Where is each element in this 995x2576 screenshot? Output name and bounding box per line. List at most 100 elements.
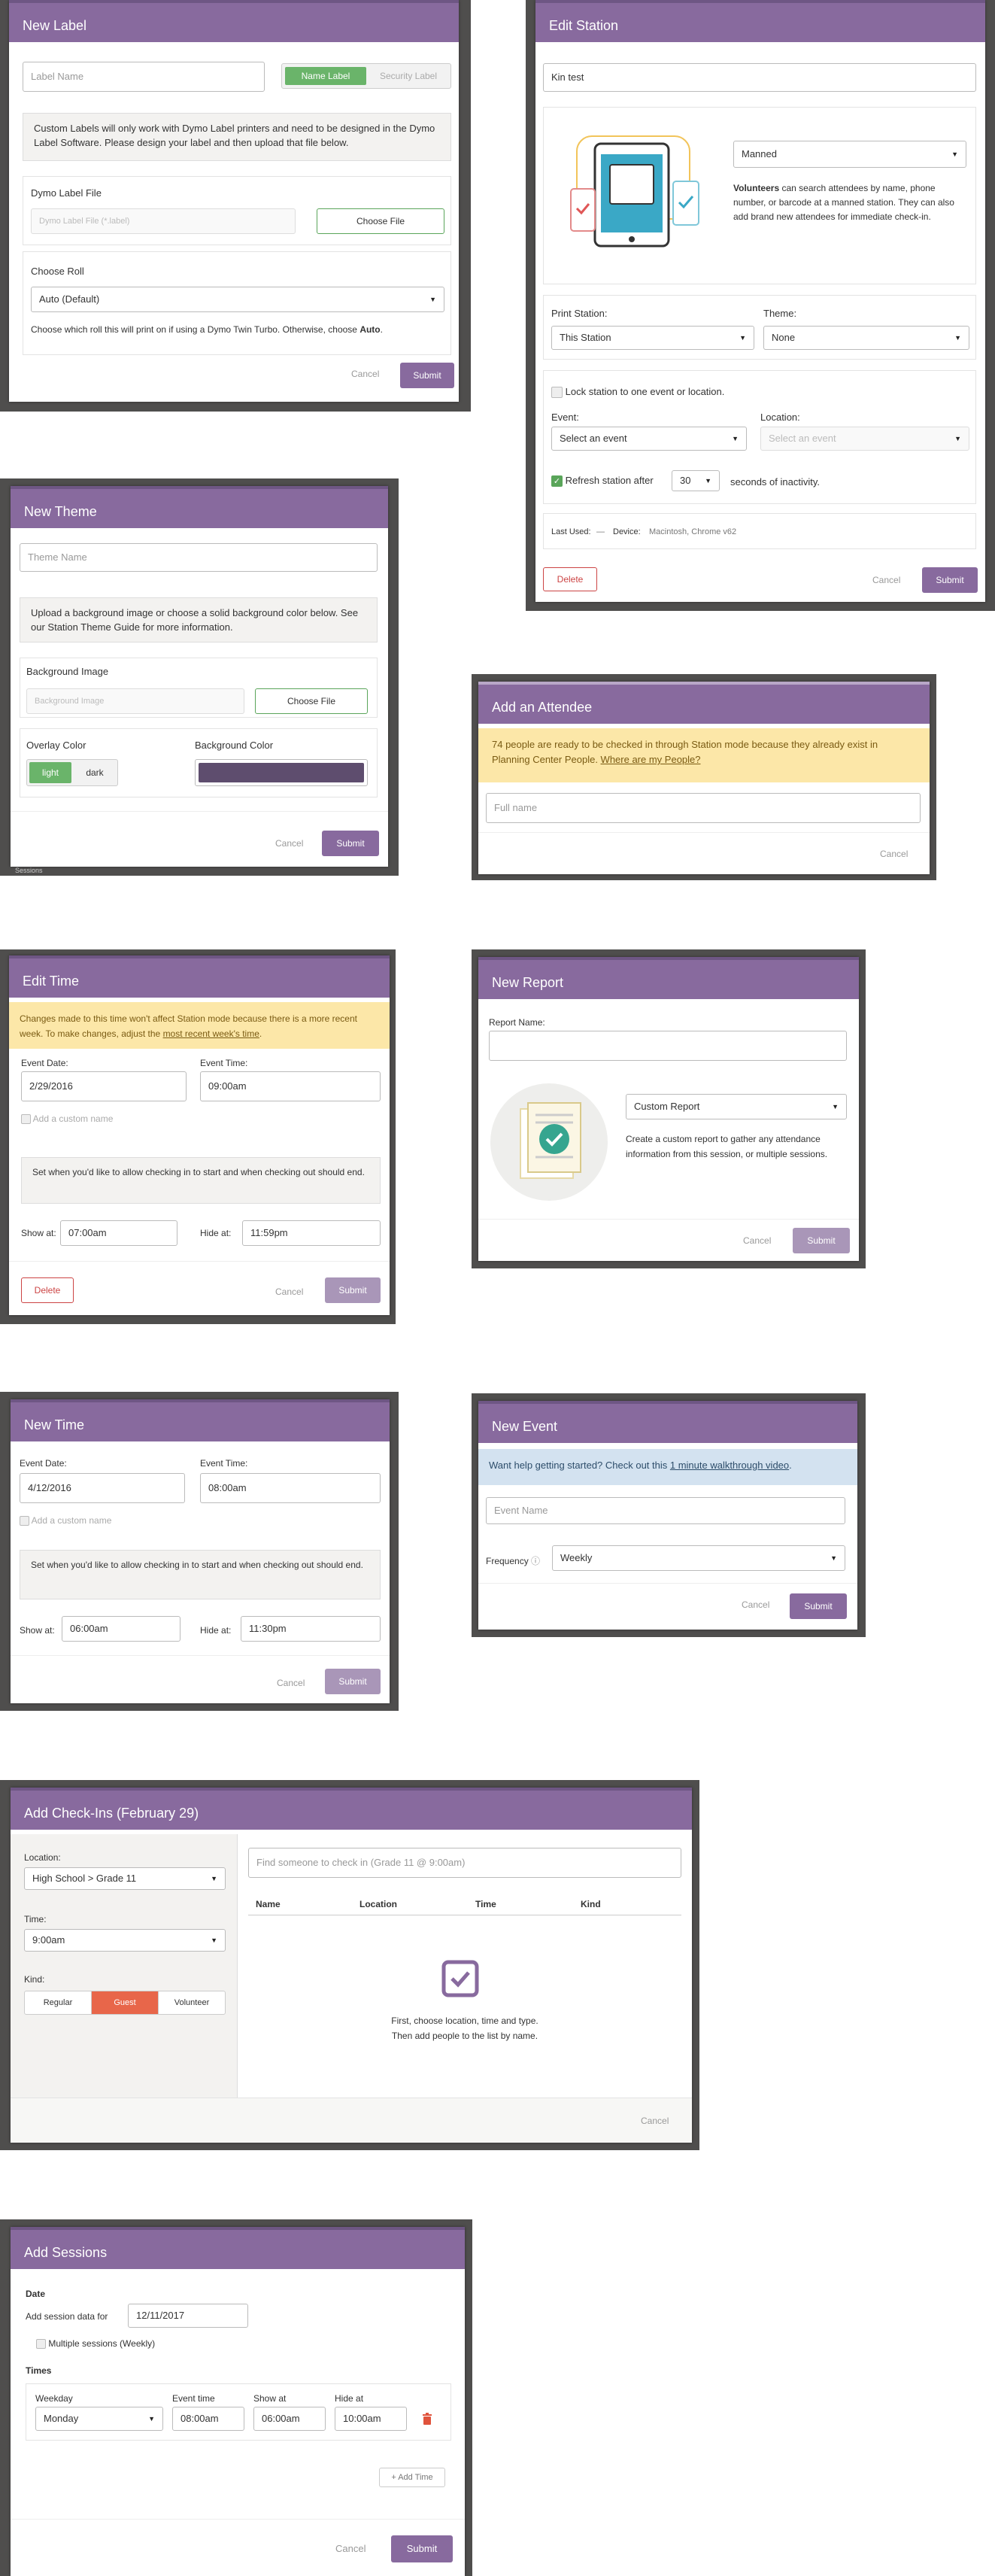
full-name-input[interactable]: Full name xyxy=(486,793,921,823)
delete-button[interactable]: Delete xyxy=(543,567,597,591)
add-time-button[interactable]: + Add Time xyxy=(379,2468,445,2487)
print-station-select[interactable]: This Station ▼ xyxy=(551,326,754,350)
frequency-label-text: Frequency xyxy=(486,1556,529,1566)
event-name-input[interactable]: Event Name xyxy=(486,1497,845,1524)
custom-name-checkbox[interactable] xyxy=(21,1114,31,1125)
cancel-button[interactable]: Cancel xyxy=(641,2116,669,2126)
station-name-input[interactable]: Kin test xyxy=(543,63,976,92)
where-are-my-people-link[interactable]: Where are my People? xyxy=(601,754,701,765)
event-date-label: Event Date: xyxy=(20,1458,67,1469)
event-date-input[interactable]: 2/29/2016 xyxy=(21,1071,187,1101)
theme-name-input[interactable]: Theme Name xyxy=(20,543,378,572)
frequency-select[interactable]: Weekly ▼ xyxy=(552,1545,845,1571)
cancel-button[interactable]: Cancel xyxy=(872,575,900,585)
overlay-dark-button[interactable]: dark xyxy=(74,762,116,783)
overlay-light-button[interactable]: light xyxy=(29,762,71,783)
choose-file-button[interactable]: Choose File xyxy=(255,688,368,714)
custom-name-checkbox[interactable] xyxy=(20,1516,29,1526)
person-search-input[interactable]: Find someone to check in (Grade 11 @ 9:0… xyxy=(248,1848,681,1878)
event-time-input[interactable]: 08:00am xyxy=(172,2407,244,2431)
show-at-input[interactable]: 06:00am xyxy=(253,2407,326,2431)
bg-color-heading: Background Color xyxy=(195,740,274,751)
location-select[interactable]: Select an event ▼ xyxy=(760,427,969,451)
submit-button[interactable]: Submit xyxy=(922,567,978,593)
security-label-toggle[interactable]: Security Label xyxy=(368,67,449,85)
cancel-button[interactable]: Cancel xyxy=(275,838,303,849)
report-description: Create a custom report to gather any att… xyxy=(626,1134,828,1159)
kind-volunteer-button[interactable]: Volunteer xyxy=(158,1991,225,2014)
theme-select[interactable]: None ▼ xyxy=(763,326,969,350)
custom-name-row: Add a custom name xyxy=(21,1113,113,1125)
lock-checkbox[interactable] xyxy=(551,387,563,399)
empty-state-text: First, choose location, time and type. Th… xyxy=(248,2013,681,2043)
show-at-label: Show at: xyxy=(21,1228,56,1238)
hide-at-input[interactable]: 10:00am xyxy=(335,2407,407,2431)
session-date-label: Add session data for xyxy=(26,2311,108,2322)
event-label: Event: xyxy=(551,412,579,423)
modal-title: Add Check-Ins (February 29) xyxy=(11,1788,692,1830)
multiple-sessions-checkbox[interactable] xyxy=(36,2339,46,2350)
cancel-button[interactable]: Cancel xyxy=(275,1286,303,1297)
station-theme-guide-link[interactable]: Station Theme Guide xyxy=(47,621,140,633)
walkthrough-text: Want help getting started? Check out thi… xyxy=(489,1460,670,1471)
event-time-input[interactable]: 08:00am xyxy=(200,1473,381,1503)
cancel-button[interactable]: Cancel xyxy=(335,2543,366,2554)
add-checkins-modal: Add Check-Ins (February 29) Location: Hi… xyxy=(11,1788,692,2143)
time-select[interactable]: 9:00am ▼ xyxy=(24,1929,226,1952)
cancel-button[interactable]: Cancel xyxy=(277,1678,305,1688)
cancel-button[interactable]: Cancel xyxy=(743,1235,771,1246)
submit-button[interactable]: Submit xyxy=(325,1277,381,1303)
kind-guest-button[interactable]: Guest xyxy=(92,1991,158,2014)
station-mode-select[interactable]: Manned ▼ xyxy=(733,141,966,168)
hide-at-input[interactable]: 11:59pm xyxy=(242,1220,381,1246)
event-select[interactable]: Select an event ▼ xyxy=(551,427,747,451)
submit-button[interactable]: Submit xyxy=(322,831,379,856)
station-mode-value: Manned xyxy=(742,148,777,159)
divider xyxy=(9,1261,390,1262)
most-recent-week-link[interactable]: most recent week's time xyxy=(163,1028,259,1039)
label-file-input[interactable]: Dymo Label File (*.label) xyxy=(31,208,296,234)
bg-image-input[interactable]: Background Image xyxy=(26,688,244,714)
kind-label: Kind: xyxy=(24,1974,45,1985)
refresh-seconds-select[interactable]: 30 ▼ xyxy=(672,470,720,491)
cancel-button[interactable]: Cancel xyxy=(351,369,379,379)
delete-button[interactable]: Delete xyxy=(21,1277,74,1303)
weekday-label: Weekday xyxy=(35,2393,73,2404)
add-attendee-modal: Add an Attendee 74 people are ready to b… xyxy=(478,682,930,874)
submit-button[interactable]: Submit xyxy=(790,1593,847,1619)
hide-at-input[interactable]: 11:30pm xyxy=(241,1616,381,1642)
cancel-button[interactable]: Cancel xyxy=(742,1599,769,1610)
submit-button[interactable]: Submit xyxy=(325,1669,381,1694)
label-name-input[interactable]: Label Name xyxy=(23,62,265,92)
checkbox-empty-state-icon xyxy=(441,1960,479,1997)
cancel-button[interactable]: Cancel xyxy=(880,849,908,859)
report-type-area: Custom Report ▼ Create a custom report to… xyxy=(489,1074,847,1216)
walkthrough-video-link[interactable]: 1 minute walkthrough video xyxy=(670,1460,789,1471)
submit-button[interactable]: Submit xyxy=(391,2535,453,2562)
roll-select[interactable]: Auto (Default) ▼ xyxy=(31,287,444,312)
info-icon[interactable]: ⓘ xyxy=(531,1556,540,1566)
print-station-value: This Station xyxy=(560,332,611,343)
show-at-input[interactable]: 07:00am xyxy=(60,1220,177,1246)
session-date-input[interactable]: 12/11/2017 xyxy=(128,2304,248,2328)
modal-title: New Event xyxy=(478,1401,857,1443)
submit-button[interactable]: Submit xyxy=(793,1228,850,1253)
show-at-input[interactable]: 06:00am xyxy=(62,1616,180,1642)
report-name-label: Report Name: xyxy=(489,1017,545,1028)
refresh-checkbox[interactable]: ✓ xyxy=(551,475,563,488)
name-label-toggle[interactable]: Name Label xyxy=(285,67,366,85)
roll-hint-text: Choose which roll this will print on if … xyxy=(31,324,360,335)
choose-roll-card: Choose Roll Auto (Default) ▼ Choose which… xyxy=(23,251,451,355)
bg-color-picker[interactable] xyxy=(195,759,368,786)
kind-regular-button[interactable]: Regular xyxy=(25,1991,92,2014)
weekday-select[interactable]: Monday ▼ xyxy=(35,2407,163,2431)
report-name-input[interactable] xyxy=(489,1031,847,1061)
submit-button[interactable]: Submit xyxy=(400,363,454,388)
location-select[interactable]: High School > Grade 11 ▼ xyxy=(24,1867,226,1890)
event-time-input[interactable]: 09:00am xyxy=(200,1071,381,1101)
trash-icon[interactable] xyxy=(422,2413,432,2425)
report-type-select[interactable]: Custom Report ▼ xyxy=(626,1094,847,1119)
overlay-heading: Overlay Color xyxy=(26,740,86,751)
event-date-input[interactable]: 4/12/2016 xyxy=(20,1473,185,1503)
choose-file-button[interactable]: Choose File xyxy=(317,208,444,234)
